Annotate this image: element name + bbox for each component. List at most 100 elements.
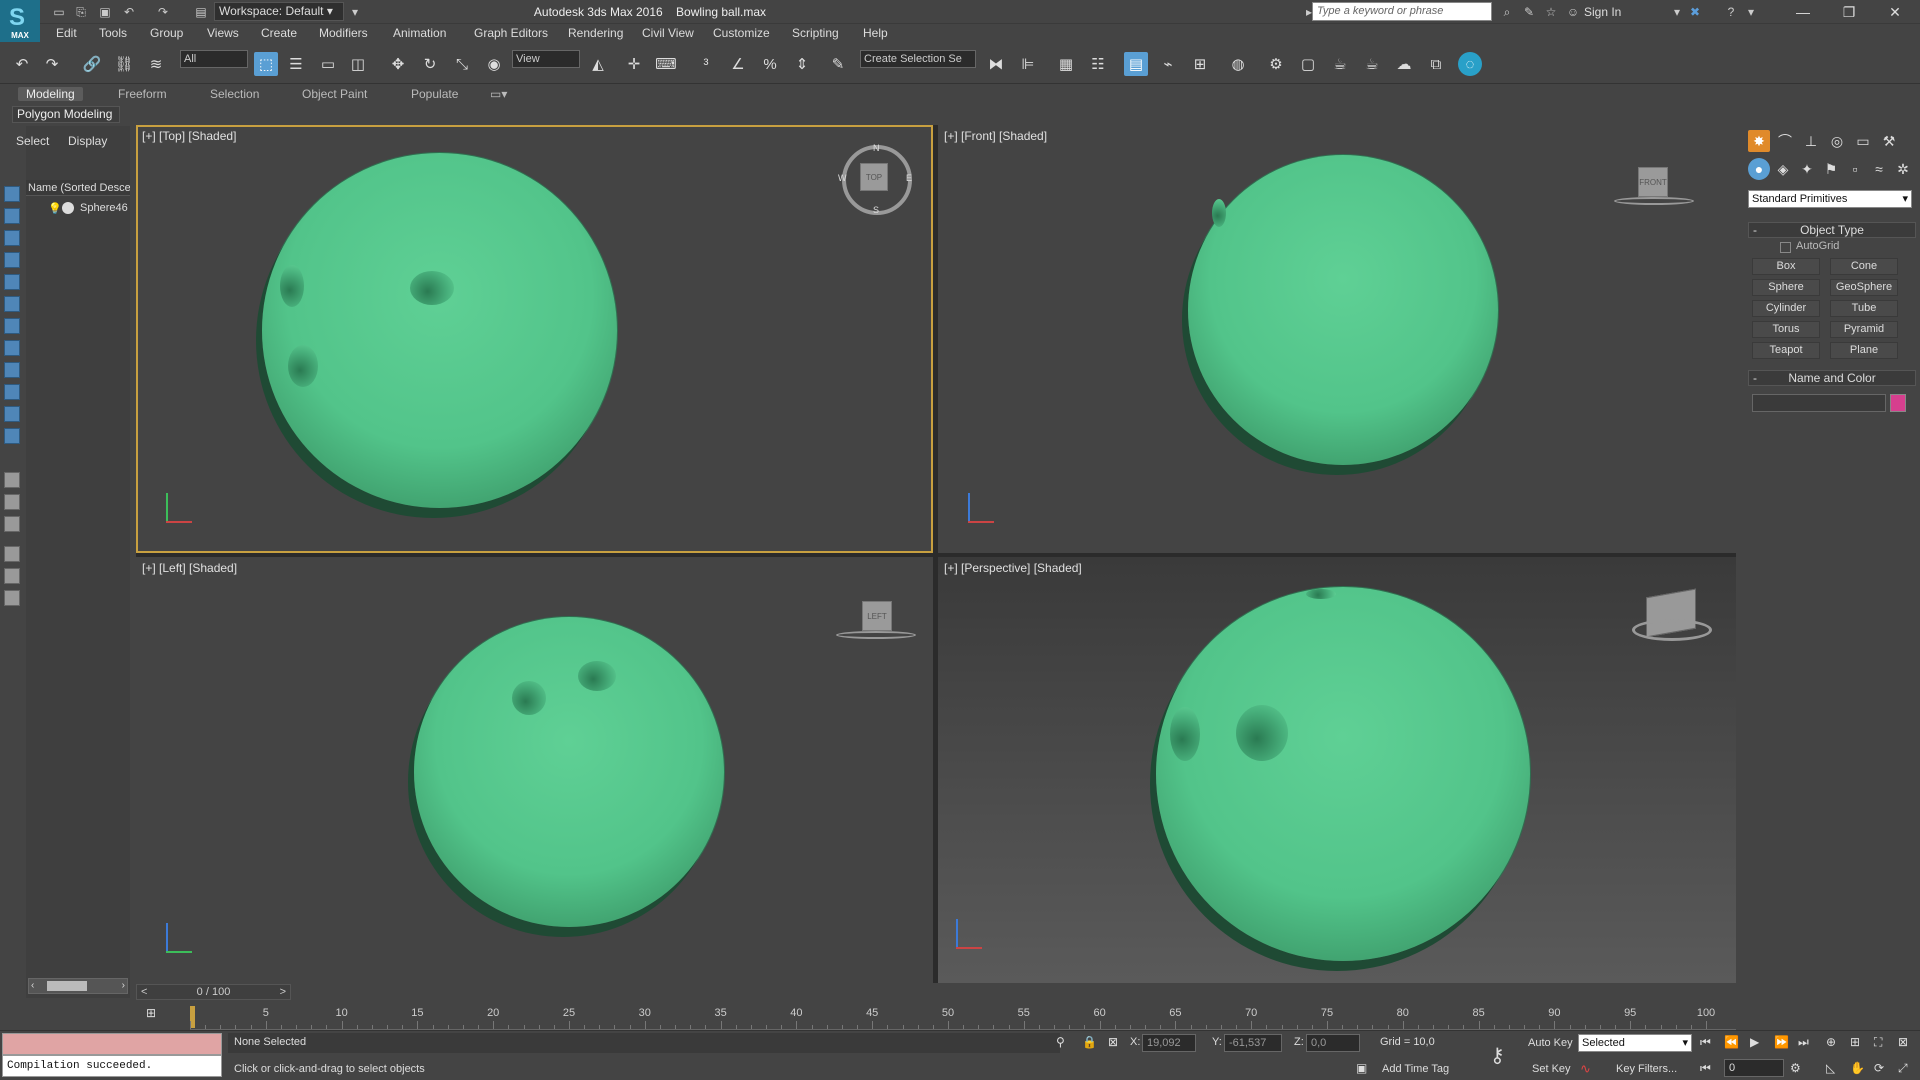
reference-coordinate-dropdown[interactable]: View [512,50,580,68]
display-helpers-icon[interactable] [4,318,20,334]
ribbon-tab-populate[interactable]: Populate [411,87,458,101]
angle-snap-icon[interactable]: ∠ [726,52,750,76]
y-coordinate-field[interactable]: -61,537 [1224,1034,1282,1052]
viewport-left-label[interactable]: [+] [Left] [Shaded] [142,561,237,575]
lights-icon[interactable]: ✦ [1796,158,1818,180]
scale-icon[interactable]: ⤡ [450,52,474,76]
default-tangents-icon[interactable]: ∿ [1580,1061,1591,1077]
sign-in-button[interactable]: Sign In [1584,0,1621,24]
close-button[interactable]: ✕ [1872,0,1918,24]
search-input[interactable]: Type a keyword or phrase [1312,2,1492,21]
utilities-tab-icon[interactable]: ⚒ [1878,130,1900,152]
layer-explorer-icon[interactable]: ☷ [1086,52,1110,76]
find-icon[interactable] [4,568,20,584]
bowling-ball[interactable] [1188,155,1498,465]
subscription-icon[interactable]: ✎ [1520,3,1538,21]
maximize-button[interactable]: ❐ [1826,0,1872,24]
display-groups-icon[interactable] [4,362,20,378]
rendered-frame-window-icon[interactable]: ▢ [1296,52,1320,76]
bowling-ball[interactable] [414,617,724,927]
bowling-ball[interactable] [262,153,617,508]
plane-button[interactable]: Plane [1830,342,1898,359]
viewport-front-label[interactable]: [+] [Front] [Shaded] [944,129,1047,143]
ribbon-tab-selection[interactable]: Selection [210,87,259,101]
maximize-viewport-icon[interactable]: ⤢ [1898,1061,1908,1076]
render-to-texture-icon[interactable]: ⧉ [1424,52,1448,76]
sphere-button[interactable]: Sphere [1752,279,1820,296]
undo-icon[interactable]: ↶ [10,52,34,76]
percent-snap-icon[interactable]: % [758,52,782,76]
mini-curve-editor-icon[interactable]: ⊞ [146,1006,156,1020]
track-bar[interactable]: 5 10 15 20 25 30 35 40 45 50 55 60 65 70 75 80 85 90 95 100 [190,1004,1736,1030]
orbit-icon[interactable]: ⟳ [1874,1061,1884,1075]
snaps-toggle-icon[interactable]: ³ [694,52,718,76]
shapes-icon[interactable]: ◈ [1772,158,1794,180]
layer-icon[interactable] [4,590,20,606]
scene-tab-select[interactable]: Select [16,134,49,148]
set-key-button[interactable]: Set Key [1532,1063,1571,1075]
modify-tab-icon[interactable]: ⌒ [1774,130,1796,152]
menu-civil-view[interactable]: Civil View [642,26,694,40]
viewcube-ring[interactable] [1632,619,1712,641]
auto-key-button[interactable]: Auto Key [1528,1037,1573,1049]
menu-scripting[interactable]: Scripting [792,26,839,40]
viewcube-ring[interactable] [1614,197,1694,205]
viewport-perspective-label[interactable]: [+] [Perspective] [Shaded] [944,561,1082,575]
menu-modifiers[interactable]: Modifiers [319,26,368,40]
maxscript-listener[interactable] [2,1033,222,1055]
toggle-ribbon-icon[interactable]: ▤ [1124,52,1148,76]
user-icon[interactable]: ☺ [1564,3,1582,21]
filter-icon[interactable] [4,546,20,562]
time-slider-prev-icon[interactable]: < [141,985,147,999]
field-of-view-icon[interactable]: ◺ [1826,1061,1835,1075]
menu-create[interactable]: Create [261,26,297,40]
viewport-front[interactable]: [+] [Front] [Shaded] FRONT [938,125,1736,553]
help-dropdown-icon[interactable]: ▾ [1742,3,1760,21]
place-icon[interactable]: ◉ [482,52,506,76]
teapot-button[interactable]: Teapot [1752,342,1820,359]
menu-edit[interactable]: Edit [56,26,77,40]
cylinder-button[interactable]: Cylinder [1752,300,1820,317]
autogrid-checkbox[interactable] [1780,242,1791,253]
edit-named-selection-icon[interactable]: ✎ [826,52,850,76]
move-icon[interactable]: ✥ [386,52,410,76]
ribbon-options-icon[interactable]: ▭▾ [490,87,507,101]
display-all-icon[interactable] [4,208,20,224]
torus-button[interactable]: Torus [1752,321,1820,338]
viewcube-front[interactable]: FRONT [1638,167,1668,197]
select-manipulate-icon[interactable]: ✛ [622,52,646,76]
key-filters-button[interactable]: Key Filters... [1616,1063,1677,1075]
cone-button[interactable]: Cone [1830,258,1898,275]
viewport-perspective[interactable]: [+] [Perspective] [Shaded] [938,557,1736,983]
isolate-selection-icon[interactable]: ⚲ [1056,1035,1065,1049]
motion-tab-icon[interactable]: ◎ [1826,130,1848,152]
object-color-swatch[interactable] [1890,394,1906,412]
goto-start-icon[interactable]: ⏮ [1700,1035,1711,1050]
current-frame-field[interactable]: 0 [1724,1059,1784,1077]
render-setup-icon[interactable]: ⚙ [1264,52,1288,76]
key-set-dropdown[interactable]: Selected ▾ [1578,1034,1692,1052]
selection-filter-dropdown[interactable]: All [180,50,248,68]
next-frame-icon[interactable]: ⏩ [1774,1035,1789,1049]
zoom-extents-all-icon[interactable]: ⊠ [1898,1035,1908,1049]
pyramid-button[interactable]: Pyramid [1830,321,1898,338]
pivot-center-icon[interactable]: ◭ [586,52,610,76]
tube-button[interactable]: Tube [1830,300,1898,317]
rectangular-selection-icon[interactable]: ▭ [316,52,340,76]
scene-object-item[interactable]: Sphere46 [80,202,128,214]
redo-icon[interactable]: ↷ [40,52,64,76]
named-selection-sets-dropdown[interactable]: Create Selection Se [860,50,976,68]
viewport-top-label[interactable]: [+] [Top] [Shaded] [142,129,236,143]
play-icon[interactable]: ▶ [1750,1035,1759,1049]
toggle-children-icon[interactable] [4,472,20,488]
box-button[interactable]: Box [1752,258,1820,275]
pan-view-icon[interactable]: ✋ [1850,1061,1865,1075]
autodesk-a360-icon[interactable]: ◌ [1458,52,1482,76]
menu-group[interactable]: Group [150,26,183,40]
keyboard-shortcut-override-icon[interactable]: ⌨ [654,52,678,76]
window-crossing-icon[interactable]: ◫ [346,52,370,76]
toggle-influences-icon[interactable] [4,494,20,510]
display-xrefs-icon[interactable] [4,384,20,400]
zoom-extents-icon[interactable]: ⛶ [1874,1035,1882,1050]
viewcube-compass[interactable]: TOP N S E W [838,143,912,215]
